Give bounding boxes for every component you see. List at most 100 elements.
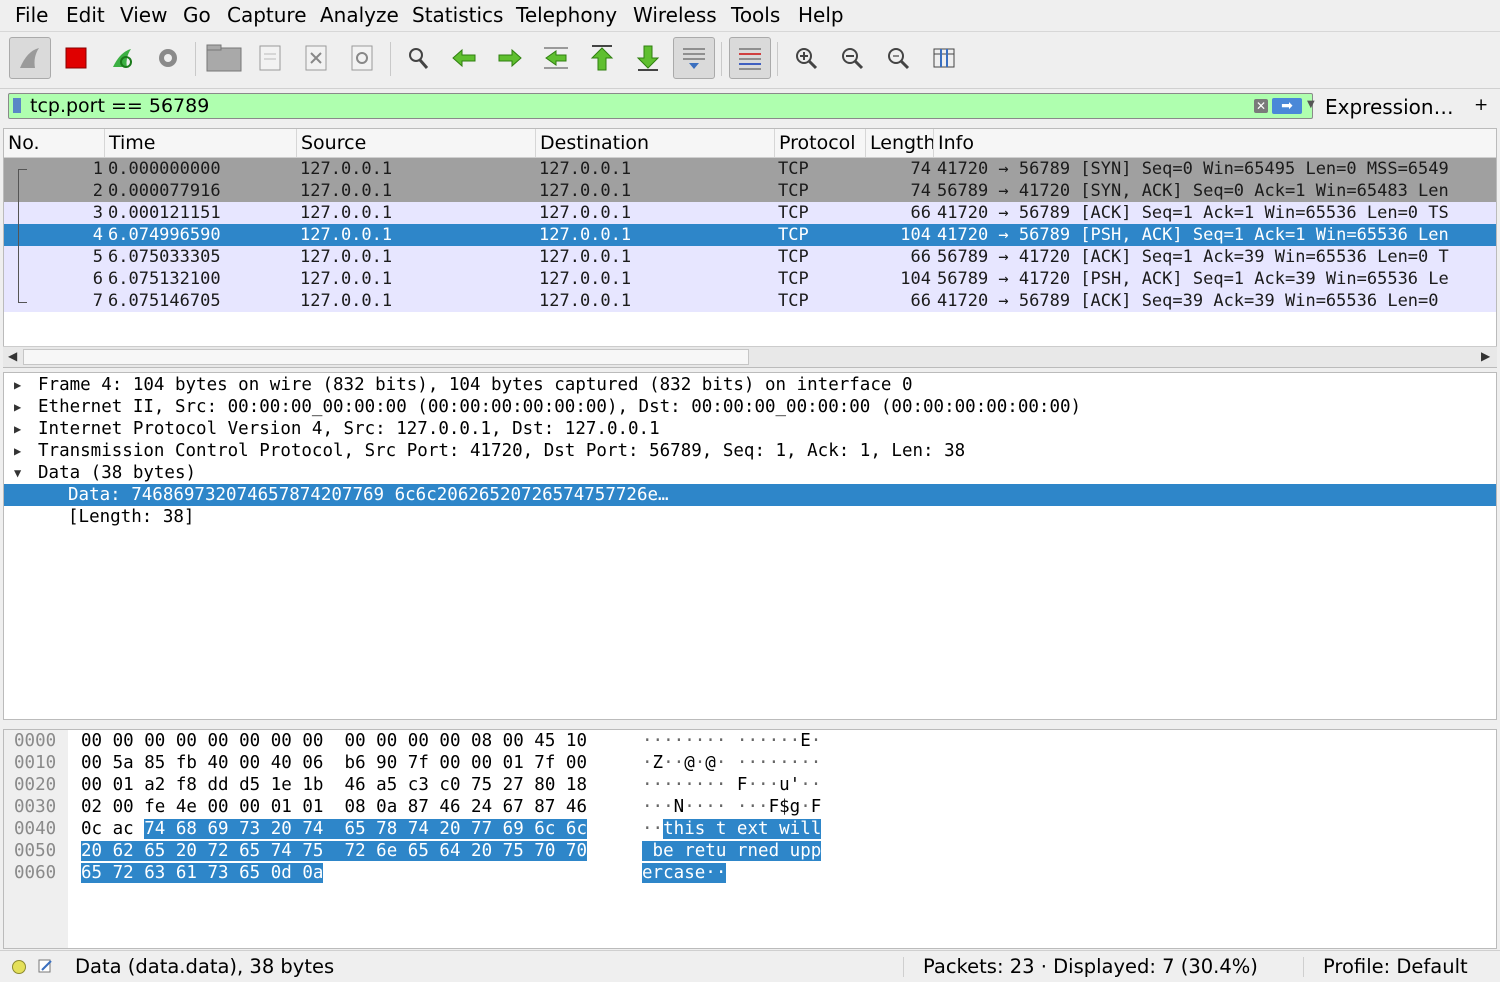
hex-byte[interactable]: a2	[144, 775, 165, 795]
hex-byte[interactable]: 61	[175, 863, 197, 883]
hex-byte[interactable]: 01	[302, 797, 323, 817]
hex-byte[interactable]: 00	[176, 731, 197, 751]
ascii-bytes[interactable]: ·Z··@·@· ········	[642, 752, 821, 774]
hex-byte[interactable]: 00	[271, 731, 292, 751]
hex-bytes[interactable]: 00 5a 85 fb 40 00 40 06 b6 90 7f 00 00 0…	[81, 752, 587, 774]
hex-byte[interactable]: 90	[376, 753, 397, 773]
hex-byte[interactable]: 00	[439, 753, 460, 773]
hex-byte[interactable]: 75	[502, 841, 524, 861]
hex-byte[interactable]: fe	[144, 797, 165, 817]
hex-byte[interactable]: 00	[376, 731, 397, 751]
hex-byte[interactable]: 72	[112, 863, 134, 883]
go-forward-icon[interactable]	[489, 37, 531, 79]
hex-byte[interactable]: 08	[471, 731, 492, 751]
detail-tree-item[interactable]: Data: 746869732074657874207769 6c6c20626…	[4, 484, 1496, 506]
packet-list-horizontal-scrollbar[interactable]: ◀ ▶	[3, 346, 1497, 367]
hex-byte[interactable]: 00	[113, 797, 134, 817]
filter-history-dropdown-icon[interactable]: ▼	[1307, 99, 1315, 110]
hex-byte[interactable]: 18	[566, 775, 587, 795]
hex-byte[interactable]: 00	[81, 731, 102, 751]
column-header-no[interactable]: No.	[4, 129, 105, 157]
hex-byte[interactable]: 65	[344, 819, 366, 839]
menu-wireless[interactable]: Wireless	[633, 3, 717, 27]
hex-bytes[interactable]: 65 72 63 61 73 65 0d 0a	[81, 862, 324, 884]
scroll-right-icon[interactable]: ▶	[1481, 349, 1490, 363]
hex-byte[interactable]: 6c	[534, 819, 556, 839]
hex-byte[interactable]: dd	[208, 775, 229, 795]
hex-bytes[interactable]: 00 01 a2 f8 dd d5 1e 1b 46 a5 c3 c0 75 2…	[81, 774, 587, 796]
hex-byte[interactable]: 01	[271, 797, 292, 817]
hex-byte[interactable]: 0c	[81, 819, 102, 839]
hex-byte[interactable]: f8	[176, 775, 197, 795]
hex-byte[interactable]: 20	[439, 819, 461, 839]
hex-byte[interactable]: 65	[239, 841, 261, 861]
menu-file[interactable]: File	[15, 3, 48, 27]
hex-byte[interactable]: 00	[408, 731, 429, 751]
hex-byte[interactable]: 74	[270, 841, 292, 861]
hex-byte[interactable]: 0a	[376, 797, 397, 817]
hex-byte[interactable]: 69	[502, 819, 524, 839]
restart-icon[interactable]	[101, 37, 143, 79]
packet-row[interactable]: 5 6.075033305 127.0.0.1 127.0.0.1 TCP 66 56789…	[4, 246, 1496, 268]
hex-byte[interactable]: 72	[344, 841, 366, 861]
hex-bytes[interactable]: 02 00 fe 4e 00 00 01 01 08 0a 87 46 24 6…	[81, 796, 587, 818]
hex-byte[interactable]: 46	[345, 775, 366, 795]
clear-filter-icon[interactable]: ✕	[1254, 99, 1268, 113]
close-file-icon[interactable]	[295, 37, 337, 79]
hex-byte[interactable]: b6	[345, 753, 366, 773]
hex-byte[interactable]: 73	[239, 819, 261, 839]
expand-triangle-icon[interactable]: ▶	[14, 440, 21, 462]
hex-byte[interactable]: 00	[503, 731, 524, 751]
hex-byte[interactable]: 74	[144, 819, 166, 839]
hex-byte[interactable]: 00	[302, 731, 323, 751]
auto-scroll-icon[interactable]	[673, 37, 715, 79]
hex-byte[interactable]: 68	[175, 819, 197, 839]
ascii-bytes[interactable]: ···N···· ···F$g·F	[642, 796, 821, 818]
save-icon[interactable]	[249, 37, 291, 79]
hex-byte[interactable]: 00	[113, 731, 134, 751]
hex-byte[interactable]: 75	[471, 775, 492, 795]
packet-row[interactable]: 4 6.074996590 127.0.0.1 127.0.0.1 TCP 104 4172…	[4, 224, 1496, 246]
hex-byte[interactable]: 24	[471, 797, 492, 817]
hex-byte[interactable]: 80	[534, 775, 555, 795]
resize-columns-icon[interactable]	[923, 37, 965, 79]
hex-byte[interactable]: 45	[534, 731, 555, 751]
menu-capture[interactable]: Capture	[227, 3, 307, 27]
hex-byte[interactable]: 02	[81, 797, 102, 817]
hex-byte[interactable]: 00	[144, 731, 165, 751]
shark-fin-icon[interactable]	[9, 37, 51, 79]
detail-tree-item[interactable]: ▶ Ethernet II, Src: 00:00:00_00:00:00 (00…	[4, 396, 1496, 418]
menu-analyze[interactable]: Analyze	[320, 3, 399, 27]
packet-row[interactable]: 2 0.000077916 127.0.0.1 127.0.0.1 TCP 74 56789…	[4, 180, 1496, 202]
stop-icon[interactable]	[55, 37, 97, 79]
expression-button[interactable]: Expression…	[1325, 95, 1454, 119]
hex-byte[interactable]: 08	[345, 797, 366, 817]
hex-byte[interactable]: 00	[81, 775, 102, 795]
hex-byte[interactable]: 87	[534, 797, 555, 817]
hex-byte[interactable]: 20	[175, 841, 197, 861]
detail-tree-item[interactable]: ▼ Data (38 bytes)	[4, 462, 1496, 484]
hex-byte[interactable]: 0d	[270, 863, 292, 883]
column-header-source[interactable]: Source	[297, 129, 536, 157]
hex-byte[interactable]: 6e	[376, 841, 398, 861]
hex-byte[interactable]: fb	[176, 753, 197, 773]
zoom-normal-icon[interactable]	[877, 37, 919, 79]
expand-triangle-icon[interactable]: ▶	[14, 418, 21, 440]
find-icon[interactable]	[397, 37, 439, 79]
menu-tools[interactable]: Tools	[731, 3, 780, 27]
hex-byte[interactable]: 74	[302, 819, 324, 839]
hex-byte[interactable]: 1b	[302, 775, 323, 795]
menu-help[interactable]: Help	[798, 3, 844, 27]
hex-byte[interactable]: 85	[144, 753, 165, 773]
apply-filter-icon[interactable]: ➡	[1272, 98, 1302, 114]
hex-byte[interactable]: 70	[565, 841, 587, 861]
detail-tree-item[interactable]: ▶ Frame 4: 104 bytes on wire (832 bits), …	[4, 374, 1496, 396]
hex-byte[interactable]: 69	[207, 819, 229, 839]
capture-comment-icon[interactable]	[37, 957, 53, 973]
hex-byte[interactable]: 20	[81, 841, 103, 861]
ascii-bytes[interactable]: ········ ······E·	[642, 730, 821, 752]
hex-byte[interactable]: c0	[439, 775, 460, 795]
detail-tree-item[interactable]: ▶ Transmission Control Protocol, Src Port…	[4, 440, 1496, 462]
hex-byte[interactable]: 72	[207, 841, 229, 861]
ascii-bytes[interactable]: ········ F···u'··	[642, 774, 821, 796]
